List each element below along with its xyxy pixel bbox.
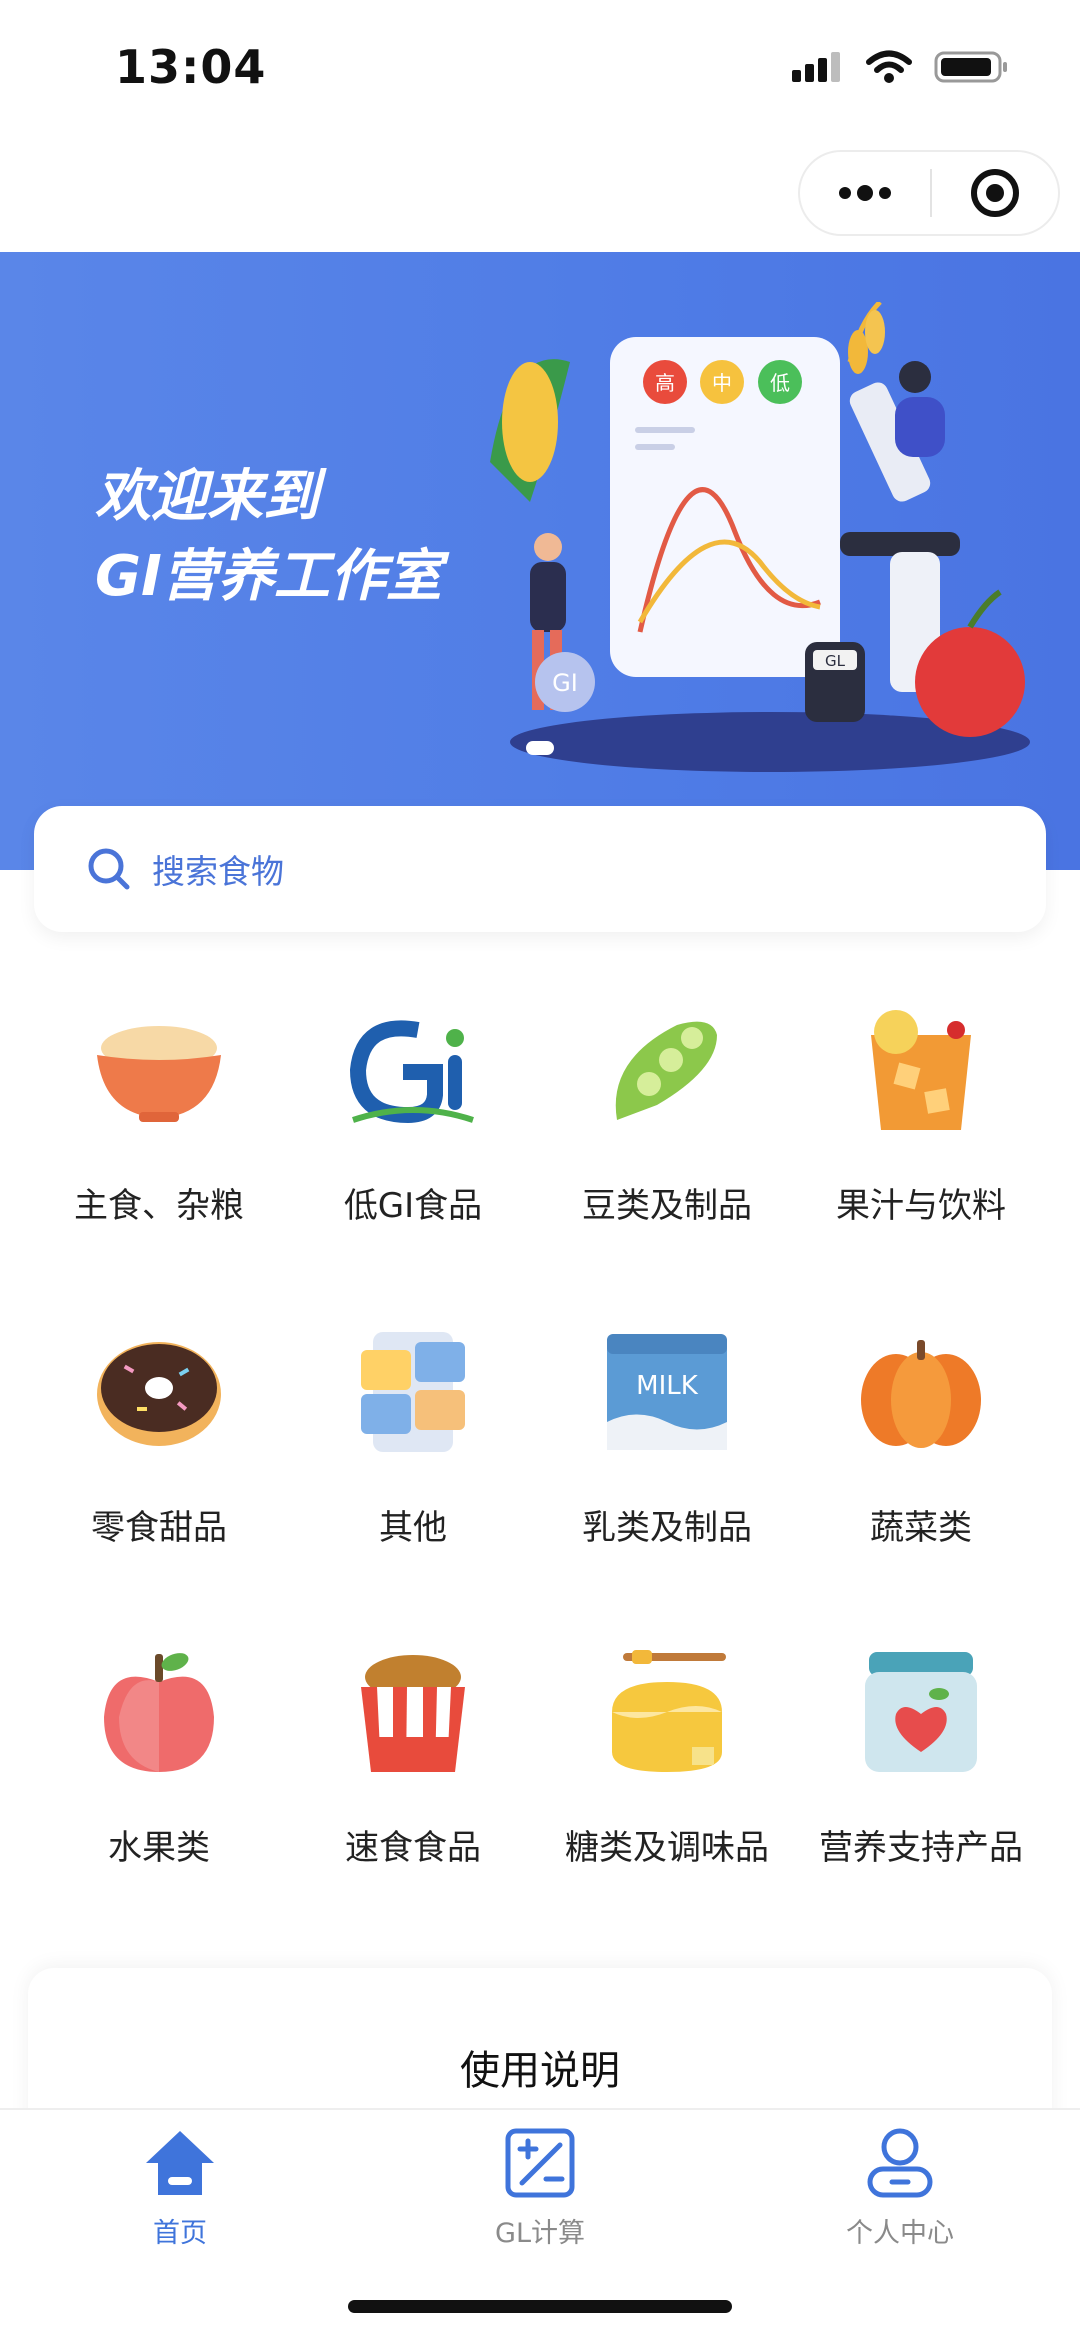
soybean-icon (597, 1000, 737, 1140)
category-label: 水果类 (108, 1828, 210, 1868)
status-bar: 13:04 (0, 0, 1080, 130)
usage-title: 使用说明 (460, 2048, 620, 2094)
home-indicator (348, 2300, 732, 2313)
banner-title: 欢迎来到 GI营养工作室 (95, 457, 442, 617)
chip-high: 高 (655, 371, 675, 395)
milk-carton-icon: MILK (597, 1322, 737, 1462)
gi-badge: GI (552, 669, 578, 697)
gl-badge: GL (825, 652, 846, 670)
category-low-gi[interactable]: 低GI食品 (278, 985, 548, 1285)
category-vegetables[interactable]: 蔬菜类 (786, 1307, 1056, 1607)
misc-foods-icon (343, 1322, 483, 1462)
tab-home[interactable]: 首页 (0, 2110, 360, 2270)
juice-glass-icon (851, 1000, 991, 1140)
search-bar[interactable]: 搜索食物 (34, 806, 1046, 932)
honey-jar-icon (597, 1642, 737, 1782)
tab-gl-calc[interactable]: GL计算 (360, 2110, 720, 2270)
signal-icon (792, 52, 840, 82)
category-other[interactable]: 其他 (278, 1307, 548, 1607)
chip-mid: 中 (712, 371, 732, 395)
home-icon (142, 2125, 218, 2201)
tab-label: 个人中心 (846, 2218, 954, 2249)
category-label: 豆类及制品 (582, 1186, 752, 1226)
wifi-icon (866, 50, 912, 83)
miniprogram-capsule (798, 150, 1060, 236)
apple-icon (89, 1642, 229, 1782)
banner-title-line2: GI营养工作室 (95, 544, 442, 609)
banner-illustration: 高 中 低 GL GI (490, 302, 1030, 772)
category-label: 糖类及调味品 (565, 1828, 769, 1868)
user-icon (862, 2125, 938, 2201)
category-snacks[interactable]: 零食甜品 (24, 1307, 294, 1607)
category-sugar[interactable]: 糖类及调味品 (532, 1627, 802, 1927)
target-close-icon (971, 169, 1019, 217)
category-beans[interactable]: 豆类及制品 (532, 985, 802, 1285)
category-label: 果汁与饮料 (836, 1186, 1006, 1226)
category-label: 低GI食品 (343, 1186, 483, 1226)
tab-profile[interactable]: 个人中心 (720, 2110, 1080, 2270)
pumpkin-icon (851, 1322, 991, 1462)
status-time: 13:04 (115, 40, 267, 94)
tab-label: GL计算 (495, 2218, 585, 2249)
milk-text: MILK (636, 1371, 699, 1401)
donut-icon (89, 1322, 229, 1462)
battery-icon (934, 51, 1007, 83)
gi-logo-icon (343, 1000, 483, 1140)
banner-title-line1: 欢迎来到 (95, 464, 319, 529)
category-juice[interactable]: 果汁与饮料 (786, 985, 1056, 1285)
search-placeholder: 搜索食物 (152, 852, 284, 891)
category-nutrition[interactable]: 营养支持产品 (786, 1627, 1056, 1927)
fast-food-icon (343, 1642, 483, 1782)
category-dairy[interactable]: MILK 乳类及制品 (532, 1307, 802, 1607)
more-button[interactable] (800, 152, 930, 234)
category-label: 其他 (379, 1508, 447, 1548)
category-label: 乳类及制品 (582, 1508, 752, 1548)
supplement-jar-icon (851, 1642, 991, 1782)
category-label: 零食甜品 (91, 1508, 227, 1548)
chip-low: 低 (770, 371, 790, 395)
category-staple-grains[interactable]: 主食、杂粮 (24, 985, 294, 1285)
category-fast-food[interactable]: 速食食品 (278, 1627, 548, 1927)
more-dots-icon (839, 185, 891, 201)
category-label: 营养支持产品 (819, 1828, 1023, 1868)
category-fruit[interactable]: 水果类 (24, 1627, 294, 1927)
category-label: 速食食品 (345, 1828, 481, 1868)
close-button[interactable] (932, 152, 1058, 234)
search-icon (88, 848, 130, 890)
carousel-indicator[interactable] (526, 741, 554, 755)
category-label: 主食、杂粮 (74, 1186, 244, 1226)
category-label: 蔬菜类 (870, 1508, 972, 1548)
banner-carousel[interactable]: 欢迎来到 GI营养工作室 高 中 低 GL GI (0, 252, 1080, 870)
status-icons (790, 50, 1010, 84)
rice-bowl-icon (89, 1000, 229, 1140)
tab-label: 首页 (153, 2218, 207, 2249)
calculator-icon (502, 2125, 578, 2201)
